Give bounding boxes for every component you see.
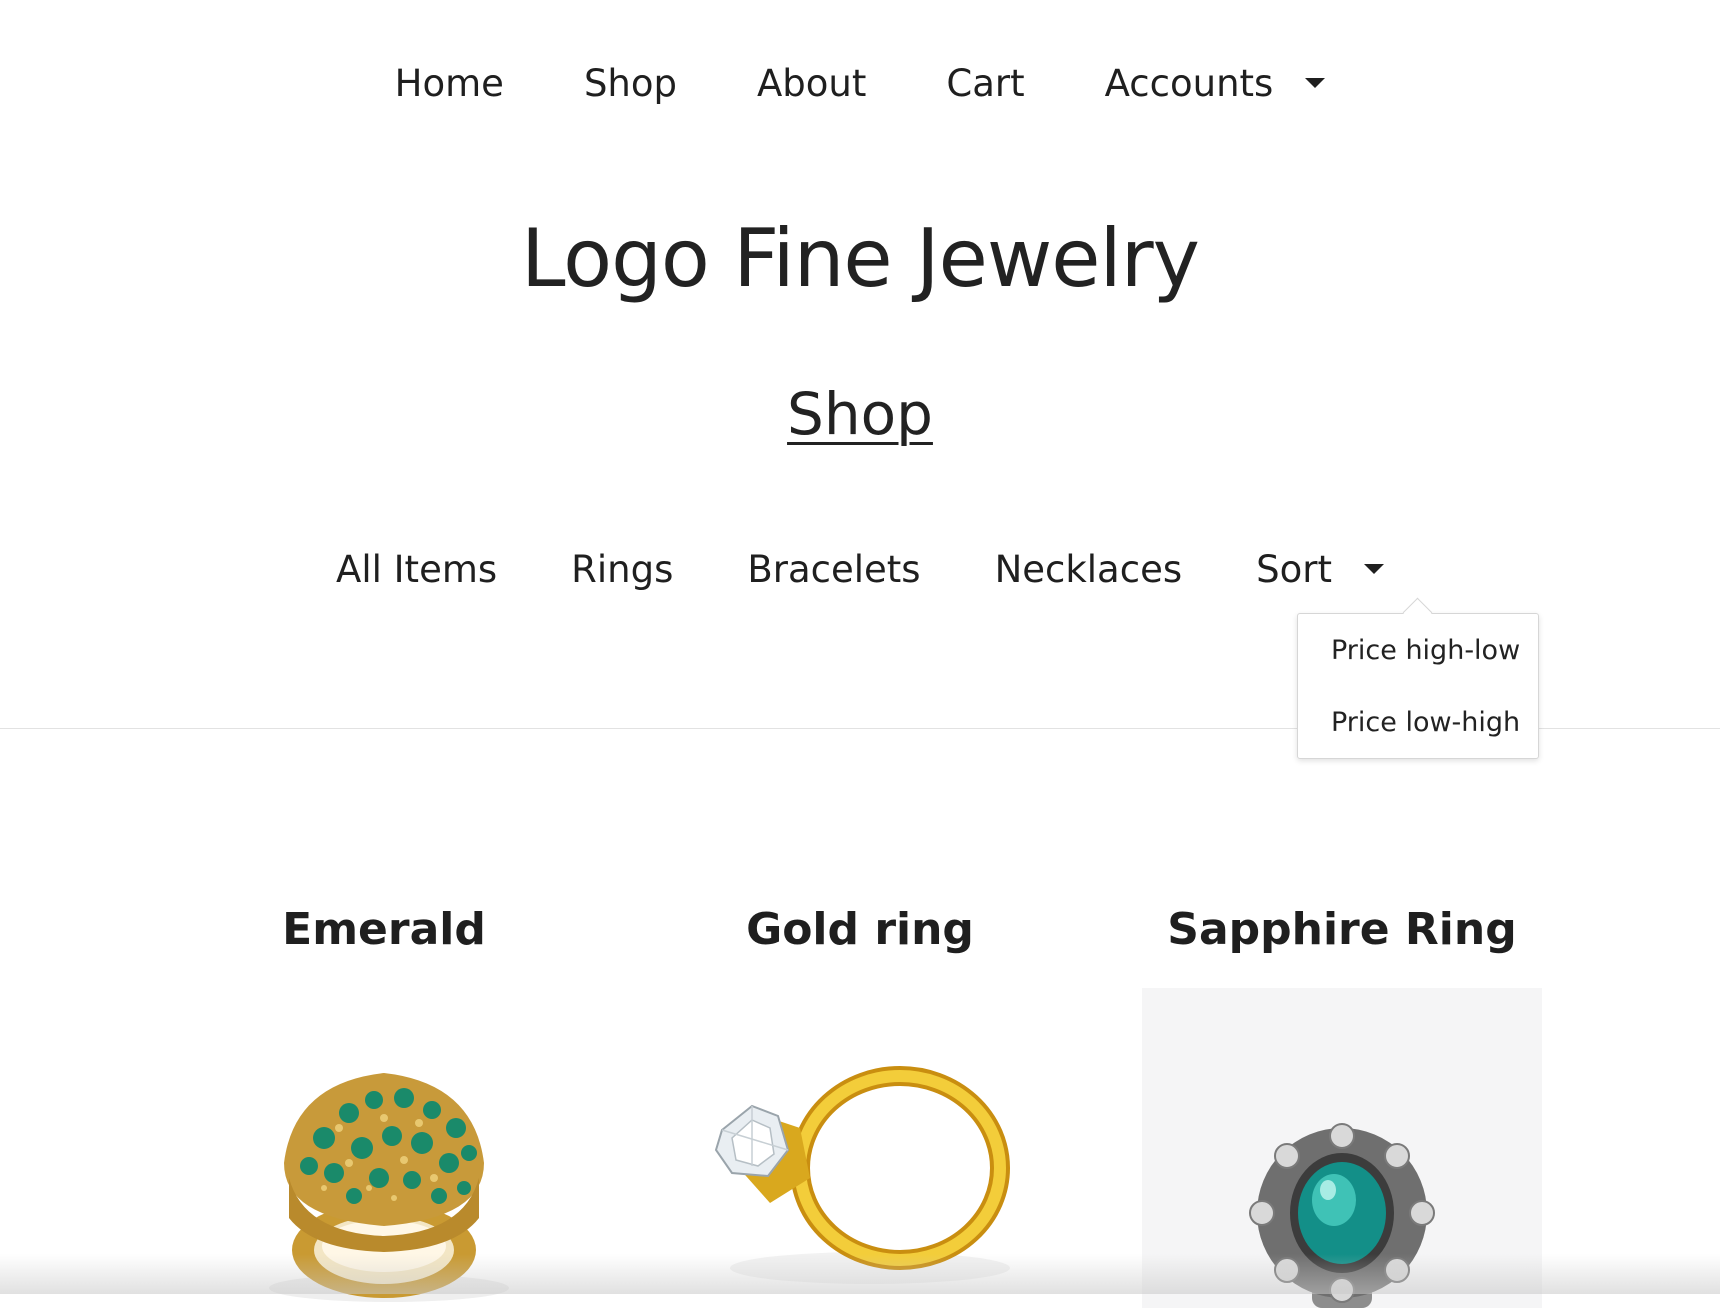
sort-option-price-high-low[interactable]: Price high-low <box>1298 615 1538 687</box>
nav-shop-link[interactable]: Shop <box>584 62 677 105</box>
shop-heading-link[interactable]: Shop <box>787 380 933 448</box>
sort-dropdown[interactable]: Sort <box>1256 548 1384 591</box>
category-necklaces[interactable]: Necklaces <box>995 548 1183 591</box>
sort-dropdown-menu: Price high-low Price low-high <box>1297 613 1539 759</box>
product-card-emerald[interactable]: Emerald <box>184 900 584 1302</box>
product-title[interactable]: Emerald <box>184 900 584 960</box>
category-bracelets[interactable]: Bracelets <box>747 548 920 591</box>
page-heading: Shop <box>0 380 1720 448</box>
product-title[interactable]: Sapphire Ring <box>1142 900 1542 960</box>
product-card-sapphire-ring[interactable]: Sapphire Ring <box>1142 900 1542 1308</box>
site-title: Logo Fine Jewelry <box>521 212 1200 305</box>
gold-diamond-ring-image[interactable] <box>660 988 1060 1308</box>
product-card-gold-ring[interactable]: Gold ring <box>660 900 1060 1284</box>
nav-accounts-label: Accounts <box>1104 62 1274 105</box>
sapphire-ring-image[interactable] <box>1142 988 1542 1308</box>
product-title[interactable]: Gold ring <box>660 900 1060 960</box>
category-all-items[interactable]: All Items <box>336 548 497 591</box>
nav-cart-link[interactable]: Cart <box>946 62 1024 105</box>
sort-option-price-low-high[interactable]: Price low-high <box>1298 687 1538 759</box>
nav-accounts-dropdown[interactable]: Accounts <box>1105 62 1326 105</box>
category-navigation: All Items Rings Bracelets Necklaces Sort <box>0 548 1720 591</box>
nav-home-link[interactable]: Home <box>395 62 504 105</box>
caret-down-icon <box>1363 563 1384 574</box>
product-grid: Emerald Gold ring Sapphire Ring <box>0 900 1720 1308</box>
caret-down-icon <box>1305 77 1326 88</box>
top-navigation: Home Shop About Cart Accounts <box>0 62 1720 105</box>
category-rings[interactable]: Rings <box>571 548 673 591</box>
emerald-ring-image[interactable] <box>184 988 584 1308</box>
nav-about-link[interactable]: About <box>757 62 866 105</box>
sort-label: Sort <box>1256 548 1332 591</box>
